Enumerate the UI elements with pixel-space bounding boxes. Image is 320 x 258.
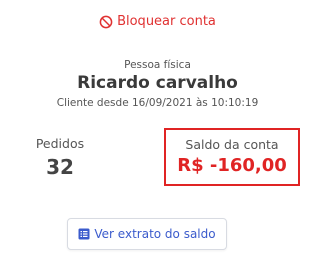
- customer-name: Ricardo carvalho: [77, 73, 238, 93]
- person-type: Pessoa física: [124, 59, 191, 71]
- balance-label: Saldo da conta: [185, 137, 279, 152]
- ban-icon: [99, 15, 113, 28]
- customer-summary-panel: Bloquear conta Pessoa física Ricardo car…: [0, 0, 315, 258]
- orders-value: 32: [46, 155, 74, 179]
- orders-stat: Pedidos 32: [20, 136, 100, 179]
- balance-value: R$ -160,00: [177, 155, 287, 176]
- view-statement-label: Ver extrato do saldo: [94, 227, 216, 241]
- list-icon: [78, 228, 90, 240]
- view-statement-button[interactable]: Ver extrato do saldo: [67, 218, 227, 250]
- account-balance-stat: Saldo da conta R$ -160,00: [164, 128, 300, 186]
- orders-label: Pedidos: [35, 136, 85, 151]
- client-since: Cliente desde 16/09/2021 às 10:10:19: [56, 97, 259, 109]
- block-account-label: Bloquear conta: [117, 14, 216, 29]
- block-account-link[interactable]: Bloquear conta: [0, 14, 315, 29]
